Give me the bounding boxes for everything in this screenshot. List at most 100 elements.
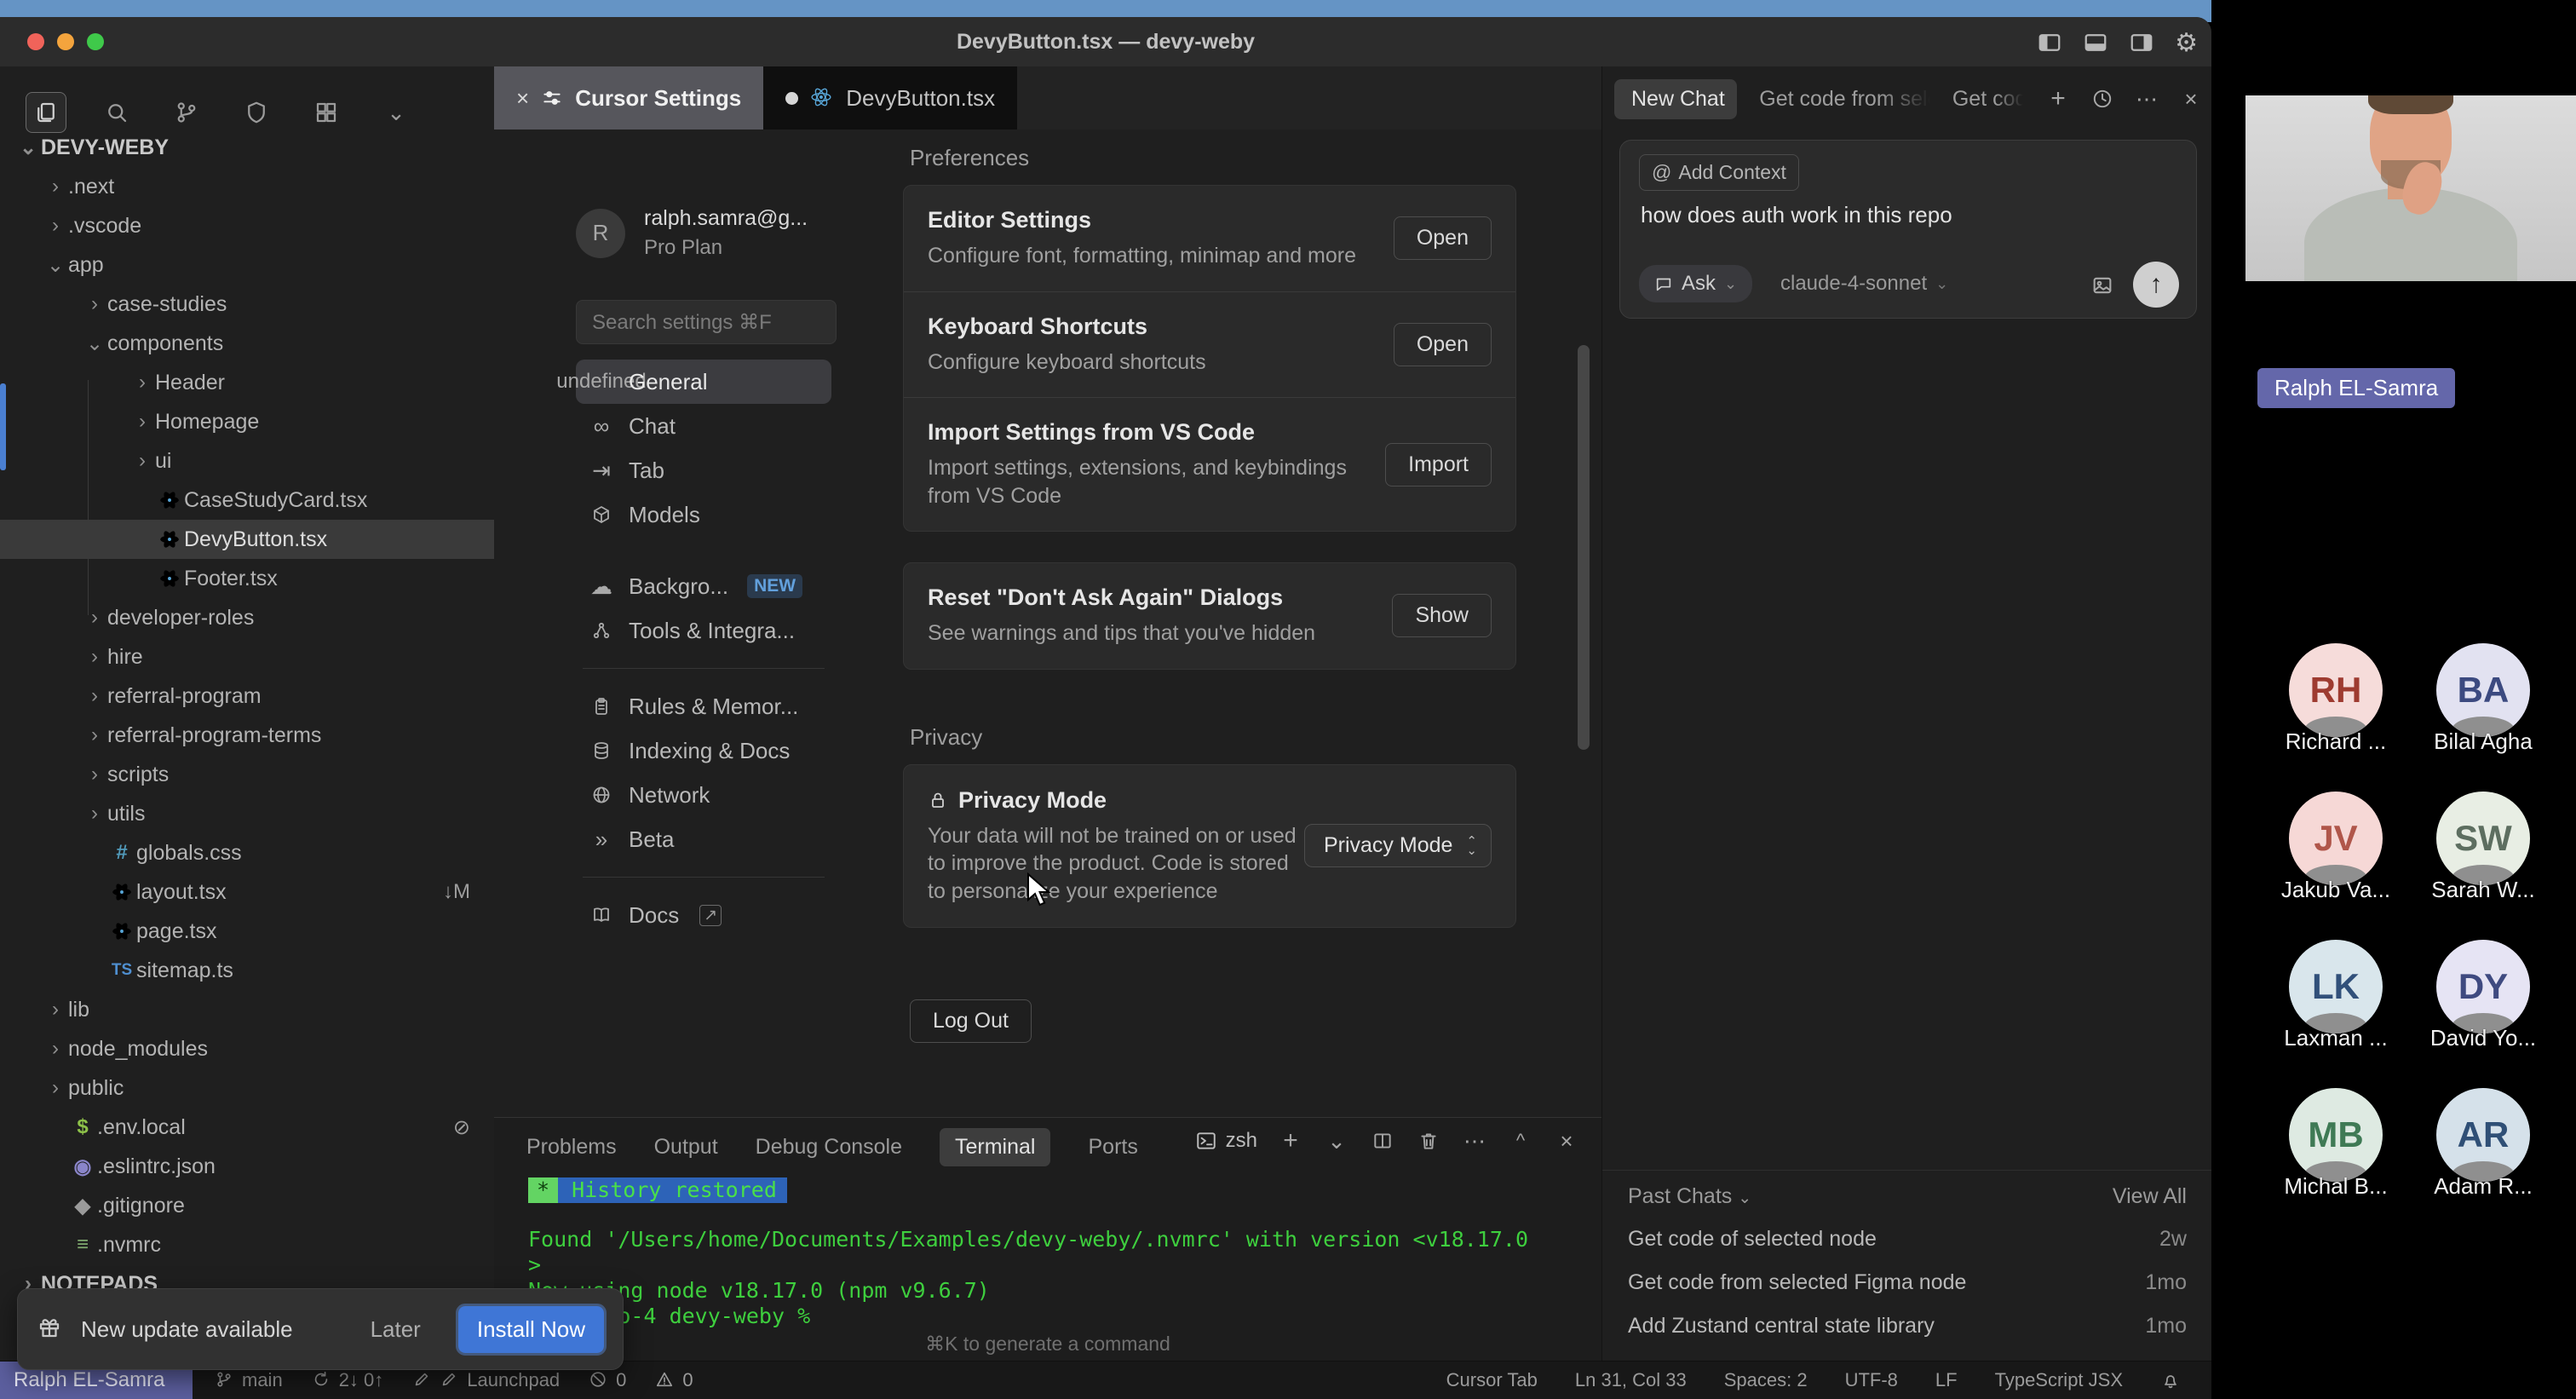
view-all-link[interactable]: View All [2113, 1184, 2187, 1209]
chat-message-input[interactable]: how does auth work in this repo [1641, 202, 1952, 228]
status-item-launchpad[interactable]: Launchpad [412, 1369, 560, 1391]
shell-label[interactable]: zsh [1226, 1129, 1257, 1153]
more-actions-icon[interactable]: ⋯ [1462, 1128, 1487, 1154]
tree-item-homepage[interactable]: ›Homepage [0, 402, 494, 441]
tree-item-casestudycard-tsx[interactable]: CaseStudyCard.tsx [0, 481, 494, 520]
tree-item--gitignore[interactable]: ◆.gitignore [0, 1186, 494, 1225]
status-item-0[interactable]: 0 [589, 1369, 626, 1391]
open-button[interactable]: Open [1394, 323, 1492, 366]
tree-item-layout-tsx[interactable]: layout.tsx↓M [0, 872, 494, 912]
tree-item--env-local[interactable]: $.env.local⊘ [0, 1108, 494, 1147]
tree-item-scripts[interactable]: ›scripts [0, 755, 494, 794]
tree-item--next[interactable]: ›.next [0, 167, 494, 206]
close-tab-icon[interactable]: × [516, 85, 529, 112]
tree-item-devybutton-tsx[interactable]: DevyButton.tsx [0, 520, 494, 559]
past-chat-item[interactable]: Add Zustand central state library1mo [1628, 1304, 2187, 1348]
settings-nav-tab[interactable]: ⇥Tab [576, 448, 831, 492]
settings-nav-chat[interactable]: ∞Chat [576, 404, 831, 448]
show-button[interactable]: Show [1392, 594, 1492, 637]
participant-rh[interactable]: RHRichard ... [2251, 643, 2421, 755]
close-panel-icon[interactable]: × [1554, 1128, 1579, 1154]
chat-history-icon[interactable] [2090, 86, 2115, 112]
import-button[interactable]: Import [1385, 443, 1492, 486]
participant-lk[interactable]: LKLaxman ... [2251, 940, 2421, 1051]
panel-tab-output[interactable]: Output [654, 1135, 718, 1160]
participant-jv[interactable]: JVJakub Va... [2251, 792, 2421, 903]
new-terminal-icon[interactable]: + [1278, 1128, 1303, 1154]
tab-devybutton[interactable]: DevyButton.tsx [763, 66, 1017, 130]
tree-item-referral-program-terms[interactable]: ›referral-program-terms [0, 716, 494, 755]
tree-item-developer-roles[interactable]: ›developer-roles [0, 598, 494, 637]
send-button[interactable]: ↑ [2133, 262, 2179, 308]
tree-item-page-tsx[interactable]: page.tsx [0, 912, 494, 951]
tree-item-public[interactable]: ›public [0, 1068, 494, 1108]
status-item-typescript-jsx[interactable]: TypeScript JSX [1995, 1369, 2123, 1391]
tree-item-node-modules[interactable]: ›node_modules [0, 1029, 494, 1068]
status-item-cursor-tab[interactable]: Cursor Tab [1446, 1369, 1538, 1391]
settings-nav-rules-memor-[interactable]: Rules & Memor... [576, 684, 831, 728]
status-item-utf-8[interactable]: UTF-8 [1845, 1369, 1898, 1391]
files-icon[interactable] [26, 92, 66, 133]
panel-tab-problems[interactable]: Problems [526, 1135, 617, 1160]
editor-scrollbar[interactable] [1578, 345, 1590, 750]
tree-item-devy-weby[interactable]: ⌄DEVY-WEBY [0, 128, 494, 167]
settings-nav-models[interactable]: Models [576, 492, 831, 537]
later-button[interactable]: Later [371, 1316, 421, 1343]
open-button[interactable]: Open [1394, 216, 1492, 260]
toggle-right-sidebar-icon[interactable] [2129, 30, 2156, 57]
past-chat-item[interactable]: Get code of selected node2w [1628, 1218, 2187, 1261]
panel-tab-ports[interactable]: Ports [1088, 1135, 1137, 1160]
status-item-spaces-2[interactable]: Spaces: 2 [1724, 1369, 1808, 1391]
tree-item-sitemap-ts[interactable]: TSsitemap.ts [0, 951, 494, 990]
settings-nav-tools-integra-[interactable]: Tools & Integra... [576, 608, 831, 653]
settings-nav-network[interactable]: Network [576, 773, 831, 817]
tree-item--eslintrc-json[interactable]: ◉.eslintrc.json [0, 1147, 494, 1186]
install-now-button[interactable]: Install Now [458, 1306, 604, 1353]
past-chat-item[interactable]: Get code from selected Figma node1mo [1628, 1261, 2187, 1304]
participant-sw[interactable]: SWSarah W... [2398, 792, 2568, 903]
new-chat-icon[interactable]: + [2045, 86, 2071, 112]
chat-tab-0[interactable]: New Chat [1614, 79, 1737, 119]
chat-more-icon[interactable]: ⋯ [2134, 86, 2159, 112]
settings-nav-indexing-docs[interactable]: Indexing & Docs [576, 728, 831, 773]
attach-image-icon[interactable] [2090, 273, 2114, 297]
tree-item-header[interactable]: ›Header [0, 363, 494, 402]
tree-item-footer-tsx[interactable]: Footer.tsx [0, 559, 494, 598]
chat-input-card[interactable]: @ Add Context how does auth work in this… [1619, 140, 2197, 319]
participant-mb[interactable]: MBMichal B... [2251, 1088, 2421, 1200]
logout-button[interactable]: Log Out [910, 999, 1032, 1043]
modified-dot-icon[interactable] [785, 92, 798, 105]
tree-item-referral-program[interactable]: ›referral-program [0, 676, 494, 716]
maximize-panel-icon[interactable]: ^ [1508, 1128, 1533, 1154]
split-terminal-icon[interactable] [1370, 1128, 1395, 1154]
settings-gear-icon[interactable]: ⚙ [2175, 28, 2198, 58]
tree-item--nvmrc[interactable]: ≡.nvmrc [0, 1225, 494, 1264]
privacy-mode-select[interactable]: Privacy Mode ⌃⌄ [1304, 824, 1492, 867]
settings-nav-general[interactable]: undefinedGeneral [576, 360, 831, 404]
toggle-left-sidebar-icon[interactable] [2037, 30, 2064, 57]
model-dropdown[interactable]: claude-4-sonnet ⌄ [1780, 272, 1948, 296]
add-context-chip[interactable]: @ Add Context [1639, 154, 1799, 191]
tree-item-case-studies[interactable]: ›case-studies [0, 285, 494, 324]
past-chats-title[interactable]: Past Chats ⌄ [1628, 1184, 1751, 1209]
chevron-down-icon[interactable]: ⌄ [377, 93, 416, 132]
shield-icon[interactable] [237, 93, 276, 132]
tree-item-lib[interactable]: ›lib [0, 990, 494, 1029]
panel-tab-terminal[interactable]: Terminal [940, 1128, 1050, 1166]
status-item-2-0-[interactable]: 2↓ 0↑ [312, 1369, 384, 1391]
settings-nav-backgro-[interactable]: ☁Backgro...NEW [576, 564, 831, 608]
extensions-icon[interactable] [307, 93, 346, 132]
panel-tab-debug-console[interactable]: Debug Console [756, 1135, 902, 1160]
source-control-icon[interactable] [167, 93, 206, 132]
tree-item-ui[interactable]: ›ui [0, 441, 494, 481]
settings-search-input[interactable]: Search settings ⌘F [576, 300, 837, 344]
participant-dy[interactable]: DYDavid Yo... [2398, 940, 2568, 1051]
settings-nav-beta[interactable]: »Beta [576, 817, 831, 861]
settings-nav-docs[interactable]: Docs↗ [576, 893, 831, 937]
status-item-0[interactable]: 0 [655, 1369, 693, 1391]
tree-item-hire[interactable]: ›hire [0, 637, 494, 676]
presenter-video[interactable] [2245, 95, 2576, 281]
ask-mode-dropdown[interactable]: Ask ⌄ [1639, 265, 1752, 302]
tree-item-utils[interactable]: ›utils [0, 794, 494, 833]
bell-icon[interactable] [2160, 1370, 2181, 1390]
